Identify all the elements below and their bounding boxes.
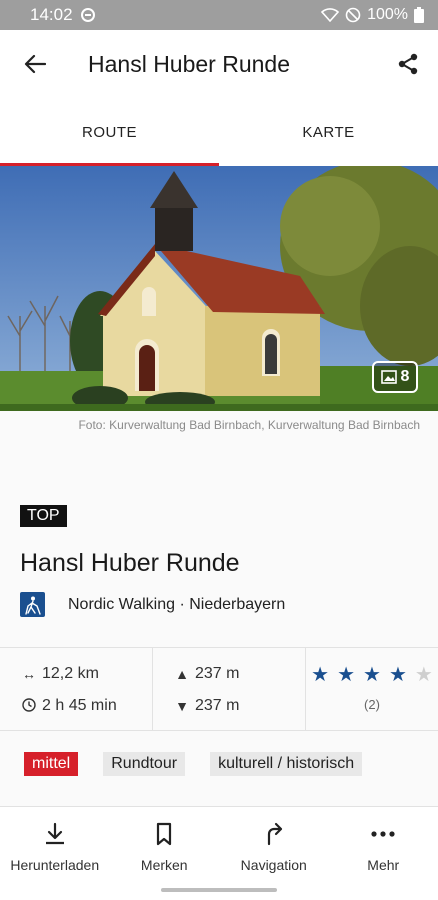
battery-percent: 100% <box>367 6 408 23</box>
duration-value: 2 h 45 min <box>42 697 117 714</box>
route-title: Hansl Huber Runde <box>20 549 240 577</box>
tab-route[interactable]: ROUTE <box>0 98 219 166</box>
ascent-value: 237 m <box>195 665 240 682</box>
bookmark-button[interactable]: Merken <box>110 807 220 900</box>
status-time: 14:02 <box>30 5 73 24</box>
photo-credit: Foto: Kurverwaltung Bad Birnbach, Kurver… <box>78 418 420 432</box>
hero-photo[interactable]: 8 <box>0 166 438 411</box>
clock-icon <box>20 697 38 715</box>
more-horizontal-icon <box>371 831 395 837</box>
stats-distance-time: ↔ 12,2 km 2 h 45 min <box>0 648 153 730</box>
no-sim-icon <box>345 7 361 23</box>
share-icon <box>398 53 418 75</box>
navigation-button[interactable]: Navigation <box>219 807 329 900</box>
rating-count: (2) <box>364 697 380 712</box>
photo-gallery-button[interactable]: 8 <box>372 361 418 393</box>
ascent-icon: ▲ <box>175 666 189 682</box>
star-icon: ★ <box>414 664 433 686</box>
page-title: Hansl Huber Runde <box>88 50 291 77</box>
star-icon: ★ <box>311 664 330 686</box>
bookmark-label: Merken <box>140 857 188 873</box>
stats-panel: ↔ 12,2 km 2 h 45 min ▲ 237 m ▼ 237 m ★ ★ ★… <box>0 647 438 731</box>
arrow-back-icon <box>24 54 46 74</box>
bookmark-icon <box>157 822 172 846</box>
stats-elevation: ▲ 237 m ▼ 237 m <box>153 648 306 730</box>
star-icon: ★ <box>337 664 356 686</box>
star-icon: ★ <box>363 664 381 686</box>
distance-value: 12,2 km <box>42 665 99 682</box>
download-icon <box>45 822 64 845</box>
status-bar: 14:02 100% <box>0 0 438 30</box>
rating-stars: ★ ★ ★ ★ ★ <box>306 662 438 687</box>
ascent-row: ▲ 237 m <box>173 658 305 690</box>
star-icon: ★ <box>388 664 407 686</box>
duration-row: 2 h 45 min <box>20 690 152 722</box>
gesture-handle[interactable] <box>161 888 277 892</box>
descent-icon: ▼ <box>175 698 189 714</box>
descent-value: 237 m <box>195 697 240 714</box>
navigation-label: Navigation <box>240 857 307 873</box>
download-button[interactable]: Herunterladen <box>0 807 110 900</box>
more-label: Mehr <box>367 857 400 873</box>
tour-type-tag: Rundtour <box>103 752 186 776</box>
app-bar: Hansl Huber Runde <box>0 30 438 98</box>
tab-karte[interactable]: KARTE <box>219 98 438 166</box>
image-icon <box>380 370 397 384</box>
distance-row: ↔ 12,2 km <box>20 658 152 690</box>
wifi-icon <box>321 8 340 22</box>
do-not-disturb-icon <box>80 8 95 22</box>
photo-count: 8 <box>400 368 410 385</box>
activity-row: Nordic Walking · Niederbayern <box>20 592 285 617</box>
difficulty-tag: mittel <box>24 752 79 776</box>
descent-row: ▼ 237 m <box>173 690 305 722</box>
more-button[interactable]: Mehr <box>329 807 438 900</box>
distance-icon: ↔ <box>22 666 36 682</box>
battery-icon <box>414 7 424 23</box>
tag-list: mittel Rundtour kulturell / historisch <box>24 752 363 776</box>
download-label: Herunterladen <box>10 857 100 873</box>
turn-right-icon <box>267 822 282 846</box>
activity-label: Nordic Walking · Niederbayern <box>68 595 286 613</box>
nordic-walking-icon <box>20 592 45 617</box>
share-button[interactable] <box>378 30 438 98</box>
top-badge: TOP <box>20 505 67 527</box>
status-right: 100% <box>321 6 424 24</box>
back-button[interactable] <box>0 30 70 98</box>
category-tag: kulturell / historisch <box>210 752 363 776</box>
tab-bar: ROUTE KARTE <box>0 98 438 166</box>
stats-rating[interactable]: ★ ★ ★ ★ ★ (2) <box>306 648 438 730</box>
bottom-action-bar: Herunterladen Merken Navigation Mehr <box>0 806 438 900</box>
